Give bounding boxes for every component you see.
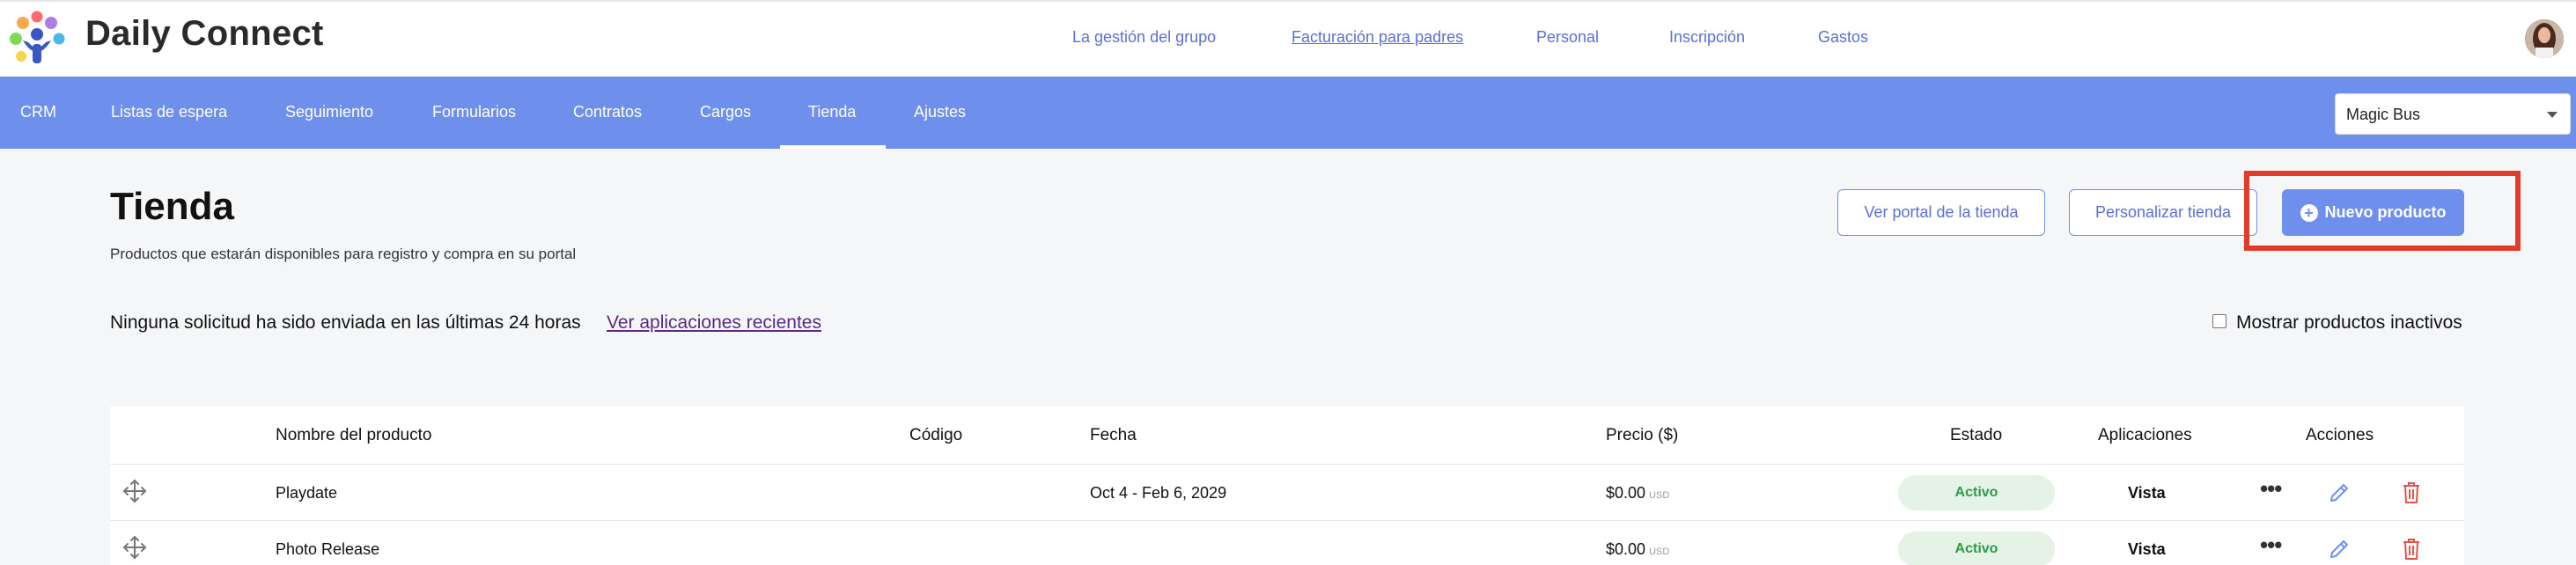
product-name: Playdate [276, 484, 338, 502]
topnav-staff[interactable]: Personal [1536, 28, 1599, 47]
product-price: $0.00 USD [1606, 540, 1669, 559]
table-row: Playdate Oct 4 - Feb 6, 2029 $0.00 USD Ac… [110, 464, 2464, 520]
header-applications[interactable]: Aplicaciones [2098, 426, 2192, 445]
table-row: Photo Release $0.00 USD Activo Vista ••• [110, 520, 2464, 565]
location-select[interactable]: Magic Bus [2335, 93, 2571, 135]
price-currency: USD [1649, 490, 1670, 501]
edit-pencil-icon[interactable] [2328, 538, 2351, 561]
chevron-down-icon [2547, 112, 2558, 118]
product-price: $0.00 USD [1606, 484, 1669, 503]
header-code[interactable]: Código [909, 426, 962, 445]
nav-tab-crm[interactable]: CRM [20, 103, 56, 121]
header-status[interactable]: Estado [1950, 426, 2002, 445]
more-options-icon[interactable]: ••• [2260, 475, 2282, 503]
page-title: Tienda [110, 185, 235, 228]
show-inactive-label[interactable]: Mostrar productos inactivos [2236, 312, 2462, 334]
header-product-name[interactable]: Nombre del producto [276, 426, 431, 445]
show-inactive-checkbox[interactable] [2212, 314, 2226, 328]
status-badge: Activo [1898, 475, 2055, 510]
price-value: $0.00 [1606, 540, 1646, 558]
nav-tab-charges[interactable]: Cargos [700, 103, 751, 121]
drag-move-icon[interactable] [121, 478, 148, 504]
nav-tab-tracking[interactable]: Seguimiento [285, 103, 373, 121]
customize-store-button[interactable]: Personalizar tienda [2069, 189, 2257, 236]
nav-tab-contracts[interactable]: Contratos [573, 103, 642, 121]
view-store-portal-label: Ver portal de la tienda [1864, 203, 2019, 221]
topnav-expenses[interactable]: Gastos [1818, 28, 1868, 47]
topnav-group-management[interactable]: La gestión del grupo [1072, 28, 1216, 47]
location-select-value: Magic Bus [2346, 106, 2421, 123]
applications-view-link[interactable]: Vista [2128, 484, 2166, 503]
header-actions: Acciones [2306, 426, 2374, 444]
nav-tab-store[interactable]: Tienda [808, 103, 856, 121]
user-avatar-icon [2525, 19, 2564, 58]
nav-tab-settings[interactable]: Ajustes [914, 103, 966, 121]
price-value: $0.00 [1606, 484, 1646, 502]
nav-tab-forms[interactable]: Formularios [432, 103, 516, 121]
topnav-parent-billing[interactable]: Facturación para padres [1292, 28, 1463, 47]
header-price[interactable]: Precio ($) [1606, 426, 1678, 445]
edit-pencil-icon[interactable] [2328, 481, 2351, 504]
more-options-icon[interactable]: ••• [2260, 532, 2282, 559]
status-badge: Activo [1898, 532, 2055, 565]
customize-store-label: Personalizar tienda [2094, 203, 2232, 221]
page-subtitle: Productos que estarán disponibles para r… [110, 246, 577, 262]
product-name: Photo Release [276, 540, 380, 558]
header-date[interactable]: Fecha [1090, 426, 1137, 445]
main-nav: CRM Listas de espera Seguimiento Formula… [0, 77, 2576, 149]
view-recent-applications-link[interactable]: Ver aplicaciones recientes [607, 312, 821, 334]
product-date: Oct 4 - Feb 6, 2029 [1090, 484, 1227, 502]
user-avatar[interactable] [2525, 19, 2564, 58]
view-store-portal-button[interactable]: Ver portal de la tienda [1837, 189, 2045, 236]
top-header: Daily Connect La gestión del grupo Factu… [0, 0, 2576, 77]
daily-connect-logo-icon[interactable] [4, 11, 70, 67]
products-table: Nombre del producto Código Fecha Precio … [110, 407, 2464, 565]
applications-view-link[interactable]: Vista [2128, 540, 2166, 559]
brand-name: Daily Connect [85, 14, 324, 53]
trash-icon[interactable] [2402, 538, 2421, 561]
nav-tab-waitlists[interactable]: Listas de espera [111, 103, 227, 121]
highlight-annotation-box [2244, 171, 2521, 251]
drag-move-icon[interactable] [121, 534, 148, 561]
active-tab-indicator [780, 145, 886, 149]
trash-icon[interactable] [2402, 481, 2421, 504]
price-currency: USD [1649, 547, 1670, 557]
recent-applications-message: Ninguna solicitud ha sido enviada en las… [110, 312, 581, 333]
topnav-enrollment[interactable]: Inscripción [1669, 28, 1745, 47]
